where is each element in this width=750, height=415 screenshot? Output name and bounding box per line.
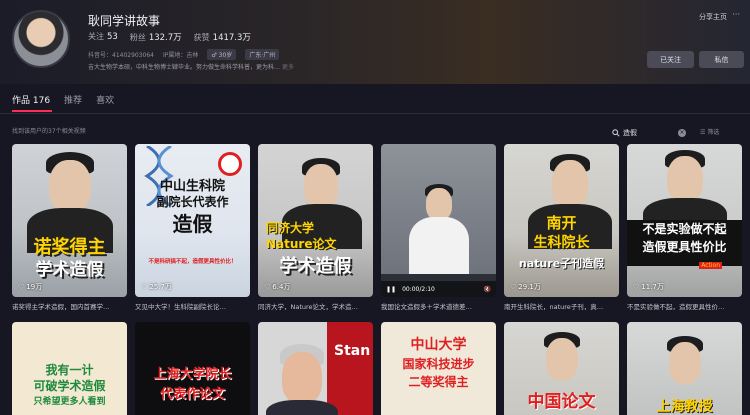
profile-name: 耿同学讲故事 (88, 14, 161, 28)
more-options-icon[interactable]: ··· (732, 10, 740, 19)
video-card[interactable]: 不是实验做不起 造假更具性价比 Action ♡ 11.7万 不是实验做不起，造假… (627, 144, 742, 311)
search-icon (612, 128, 620, 137)
video-thumbnail[interactable]: ❚❚ 00:00/2:10 🔇 (381, 144, 496, 297)
video-card[interactable]: 我有一计 可破学术造假 只希望更多人看到 (12, 322, 127, 415)
stat-following[interactable]: 关注 53 (88, 31, 118, 43)
video-thumbnail[interactable]: 南开 生科院长 nature子刊造假 ♡ 29.1万 (504, 144, 619, 297)
video-card[interactable]: 中国论文 (504, 322, 619, 415)
clear-search-icon[interactable]: × (678, 128, 686, 137)
video-thumbnail[interactable]: 同济大学 Nature论文 学术造假 ♡ 6.4万 (258, 144, 373, 297)
like-count: ♡ 6.4万 (264, 283, 291, 291)
followed-button[interactable]: 已关注 (647, 51, 694, 68)
like-count: ♡ 29.1万 (510, 283, 541, 291)
video-card[interactable]: 中山生科院 副院长代表作 造假 不是科研搞不起，造假更具性价比！ ♡ 25.7万 … (135, 144, 250, 311)
no-sign-icon (218, 152, 242, 176)
mute-icon[interactable]: 🔇 (484, 286, 491, 293)
ip-location: IP属地：吉林 (163, 52, 199, 59)
video-thumbnail[interactable]: 中国论文 (504, 322, 619, 415)
video-card[interactable]: 上海教授 (627, 322, 742, 415)
location-tag: 广东·广州 (245, 49, 280, 60)
video-card[interactable]: 南开 生科院长 nature子刊造假 ♡ 29.1万 南开生科院长，nature子… (504, 144, 619, 311)
video-card[interactable]: 上海大学院长 代表作论文 (135, 322, 250, 415)
video-caption[interactable]: 不是实验做不起，造假更具性价… (627, 301, 742, 311)
video-thumbnail[interactable]: 不是实验做不起 造假更具性价比 Action ♡ 11.7万 (627, 144, 742, 297)
active-tab-indicator (12, 110, 52, 112)
video-thumbnail[interactable]: 诺奖得主 学术造假 ♡ 19万 (12, 144, 127, 297)
video-player-bar[interactable]: ❚❚ 00:00/2:10 🔇 (381, 281, 496, 297)
video-caption[interactable]: 南开生科院长，nature子刊，真… (504, 301, 619, 311)
heart-icon: ♡ (141, 283, 148, 291)
video-thumbnail[interactable]: 上海教授 (627, 322, 742, 415)
video-thumbnail[interactable]: 我有一计 可破学术造假 只希望更多人看到 (12, 322, 127, 415)
video-thumbnail[interactable]: 上海大学院长 代表作论文 (135, 322, 250, 415)
stat-followers[interactable]: 粉丝 132.7万 (130, 31, 182, 43)
like-count: ♡ 19万 (18, 283, 43, 291)
bio-more-link[interactable]: 更多 (282, 64, 294, 71)
heart-icon: ♡ (264, 283, 271, 291)
tabs-divider (0, 113, 750, 114)
video-caption[interactable]: 我国论文造假多＋学术道德差… (381, 301, 496, 311)
heart-icon: ♡ (18, 283, 25, 291)
video-caption[interactable]: 又见中大学！生科院副院长论… (135, 301, 250, 311)
video-card[interactable]: Stan (258, 322, 373, 415)
search-input[interactable]: 造假 × (612, 126, 686, 139)
video-thumbnail[interactable]: 中山生科院 副院长代表作 造假 不是科研搞不起，造假更具性价比！ ♡ 25.7万 (135, 144, 250, 297)
pause-icon[interactable]: ❚❚ (386, 286, 396, 293)
like-count: ♡ 11.7万 (633, 283, 664, 291)
video-thumbnail[interactable]: 中山大学 国家科技进步 二等奖得主 (381, 322, 496, 415)
stat-likes: 获赞 1417.3万 (193, 33, 251, 43)
heart-icon: ♡ (633, 283, 640, 291)
profile-bio: 吉大生物学本硕，中科生物博士肄毕业。努力做生命科学科普，更为科… 更多 (88, 64, 294, 71)
search-result-count: 找到该用户的37个相关视频 (12, 128, 86, 135)
share-profile-button[interactable]: 分享主页 (699, 12, 727, 22)
like-count: ♡ 25.7万 (141, 283, 172, 291)
video-card[interactable]: ❚❚ 00:00/2:10 🔇 我国论文造假多＋学术道德差… (381, 144, 496, 311)
video-card[interactable]: 中山大学 国家科技进步 二等奖得主 (381, 322, 496, 415)
profile-tabs: 作品 176 推荐 喜欢 (12, 93, 114, 106)
search-value: 造假 (623, 128, 637, 137)
filter-icon: ☰ (700, 129, 706, 136)
heart-icon: ♡ (510, 283, 517, 291)
tab-likes[interactable]: 喜欢 (96, 93, 114, 106)
tab-recommended[interactable]: 推荐 (64, 93, 82, 106)
tab-works[interactable]: 作品 176 (12, 93, 50, 106)
video-caption[interactable]: 同济大学，Nature论文，学术造… (258, 301, 373, 311)
video-card[interactable]: 诺奖得主 学术造假 ♡ 19万 诺奖得主学术造假，国内首赛学… (12, 144, 127, 311)
douyin-id: 抖音号：41402903064 (88, 52, 154, 59)
video-thumbnail[interactable]: Stan (258, 322, 373, 415)
profile-header: 耿同学讲故事 关注 53 粉丝 132.7万 获赞 1417.3万 抖音号：41402… (0, 0, 750, 84)
gender-age-tag: ♂ 30岁 (207, 49, 237, 60)
message-button[interactable]: 私信 (699, 51, 744, 68)
video-caption[interactable]: 诺奖得主学术造假，国内首赛学… (12, 301, 127, 311)
profile-stats: 关注 53 粉丝 132.7万 获赞 1417.3万 (88, 31, 251, 43)
profile-meta: 抖音号：41402903064 IP属地：吉林 ♂ 30岁 广东·广州 (88, 49, 280, 60)
video-card[interactable]: 同济大学 Nature论文 学术造假 ♡ 6.4万 同济大学，Nature论文，学… (258, 144, 373, 311)
avatar[interactable] (12, 10, 70, 68)
filter-button[interactable]: ☰ 筛选 (700, 127, 719, 136)
